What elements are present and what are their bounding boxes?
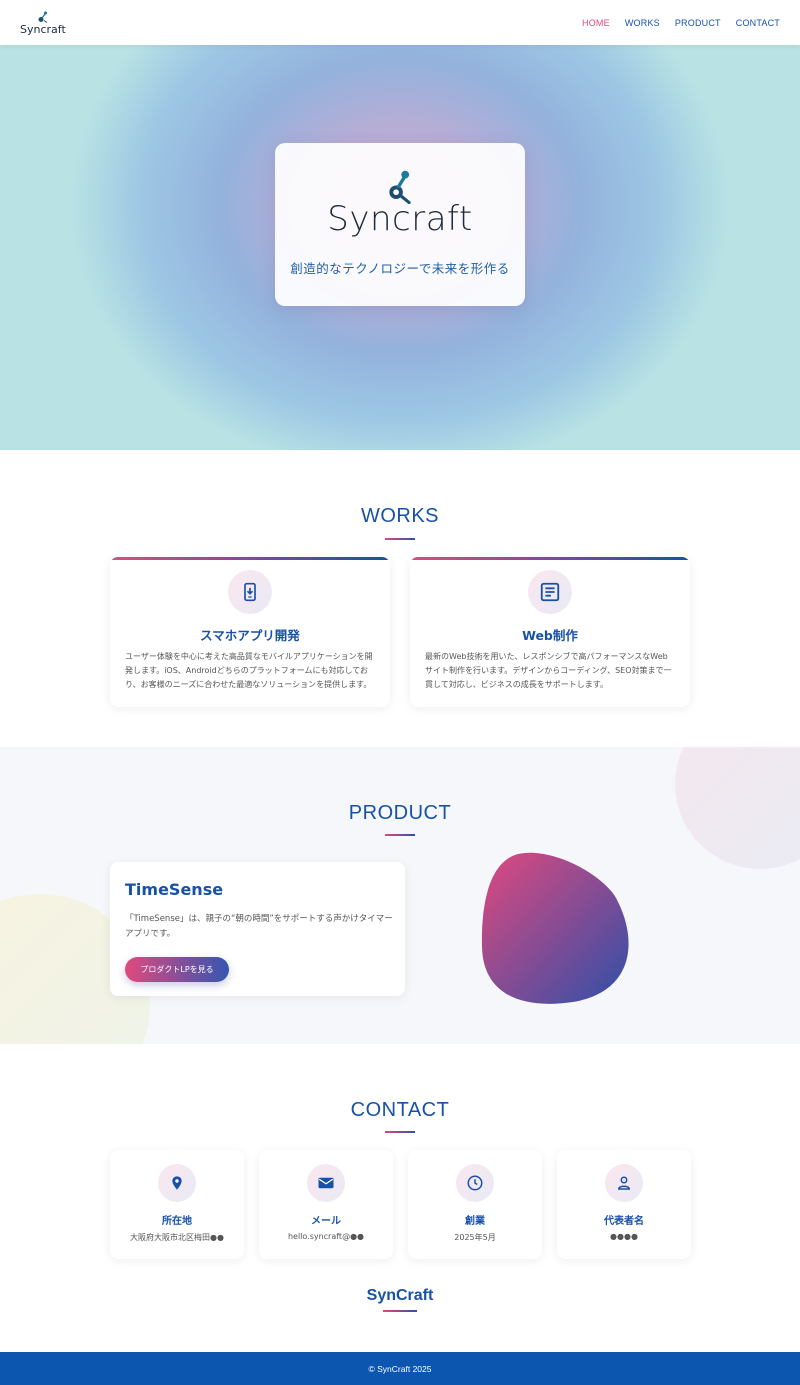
main-nav: HOME WORKS PRODUCT CONTACT bbox=[582, 18, 780, 28]
clock-icon bbox=[467, 1175, 483, 1191]
site-header: Syncraft HOME WORKS PRODUCT CONTACT bbox=[0, 0, 800, 45]
contact-label: 代表者名 bbox=[604, 1216, 644, 1227]
footer-brand: SynCraft bbox=[366, 1287, 434, 1304]
hero-tagline: 創造的なテクノロジーで未来を形作る bbox=[290, 261, 510, 276]
work-title: Web制作 bbox=[522, 628, 578, 643]
contact-value: ●●●● bbox=[610, 1232, 638, 1241]
work-card-app: スマホアプリ開発 ユーザー体験を中心に考えた高品質なモバイルアプリケーションを開… bbox=[110, 557, 390, 707]
contact-card-location: 所在地 大阪府大阪市北区梅田●● bbox=[110, 1150, 244, 1259]
nav-home[interactable]: HOME bbox=[582, 18, 610, 28]
header-logo-text: Syncraft bbox=[20, 22, 66, 36]
work-desc: ユーザー体験を中心に考えた高品質なモバイルアプリケーションを開発します。iOS、… bbox=[125, 652, 373, 689]
contact-icon-bg bbox=[456, 1164, 494, 1202]
product-title-underline bbox=[385, 834, 415, 836]
header-logo[interactable]: Syncraft bbox=[20, 11, 66, 35]
logo-mark-icon bbox=[38, 11, 48, 23]
contact-icon-bg bbox=[307, 1164, 345, 1202]
hero-card: Syncraft 創造的なテクノロジーで未来を形作る bbox=[275, 143, 525, 306]
nav-contact[interactable]: CONTACT bbox=[736, 18, 780, 28]
contact-value: 大阪府大阪市北区梅田●● bbox=[130, 1233, 224, 1242]
work-title: スマホアプリ開発 bbox=[200, 628, 300, 643]
contact-icon-bg bbox=[158, 1164, 196, 1202]
contact-title: CONTACT bbox=[350, 1099, 450, 1121]
contact-card-mail: メール hello.syncraft@●● bbox=[259, 1150, 393, 1259]
person-icon bbox=[617, 1176, 631, 1190]
product-desc: 「TimeSense」は、親子の“朝の時間”をサポートする声かけタイマーアプリで… bbox=[125, 914, 393, 939]
location-pin-icon bbox=[172, 1176, 182, 1190]
hero-logo-text: Syncraft bbox=[327, 199, 473, 239]
mail-icon bbox=[318, 1177, 334, 1189]
nav-works[interactable]: WORKS bbox=[625, 18, 660, 28]
footer-brand-underline bbox=[383, 1310, 417, 1312]
product-title: PRODUCT bbox=[348, 802, 452, 824]
contact-card-representative: 代表者名 ●●●● bbox=[557, 1150, 691, 1259]
site-footer: © SynCraft 2025 bbox=[0, 1352, 800, 1385]
work-card-web: Web制作 最新のWeb技術を用いた、レスポンシブで高パフォーマンスなWebサイ… bbox=[410, 557, 690, 707]
works-title: WORKS bbox=[360, 505, 440, 527]
smartphone-download-icon bbox=[244, 582, 256, 602]
contact-icon-bg bbox=[605, 1164, 643, 1202]
work-icon-bg bbox=[528, 570, 572, 614]
nav-product[interactable]: PRODUCT bbox=[675, 18, 721, 28]
copyright-text: © SynCraft 2025 bbox=[368, 1363, 432, 1374]
contact-card-founded: 創業 2025年5月 bbox=[408, 1150, 542, 1259]
contact-label: メール bbox=[311, 1216, 341, 1227]
contact-label: 創業 bbox=[465, 1216, 485, 1227]
work-icon-bg bbox=[228, 570, 272, 614]
article-icon bbox=[540, 582, 560, 602]
works-title-underline bbox=[385, 538, 415, 540]
contact-label: 所在地 bbox=[162, 1216, 192, 1227]
hero-section: Syncraft 創造的なテクノロジーで未来を形作る bbox=[0, 45, 800, 450]
product-name: TimeSense bbox=[125, 880, 224, 899]
product-lp-button[interactable]: プロダクトLPを見る bbox=[125, 957, 229, 982]
product-card: TimeSense 「TimeSense」は、親子の“朝の時間”をサポートする声… bbox=[110, 862, 405, 996]
product-blob-image bbox=[481, 852, 629, 1004]
contact-value: 2025年5月 bbox=[454, 1233, 496, 1242]
contact-title-underline bbox=[385, 1131, 415, 1133]
work-desc: 最新のWeb技術を用いた、レスポンシブで高パフォーマンスなWebサイト制作を行い… bbox=[425, 652, 672, 689]
contact-value[interactable]: hello.syncraft@●● bbox=[259, 1232, 393, 1241]
